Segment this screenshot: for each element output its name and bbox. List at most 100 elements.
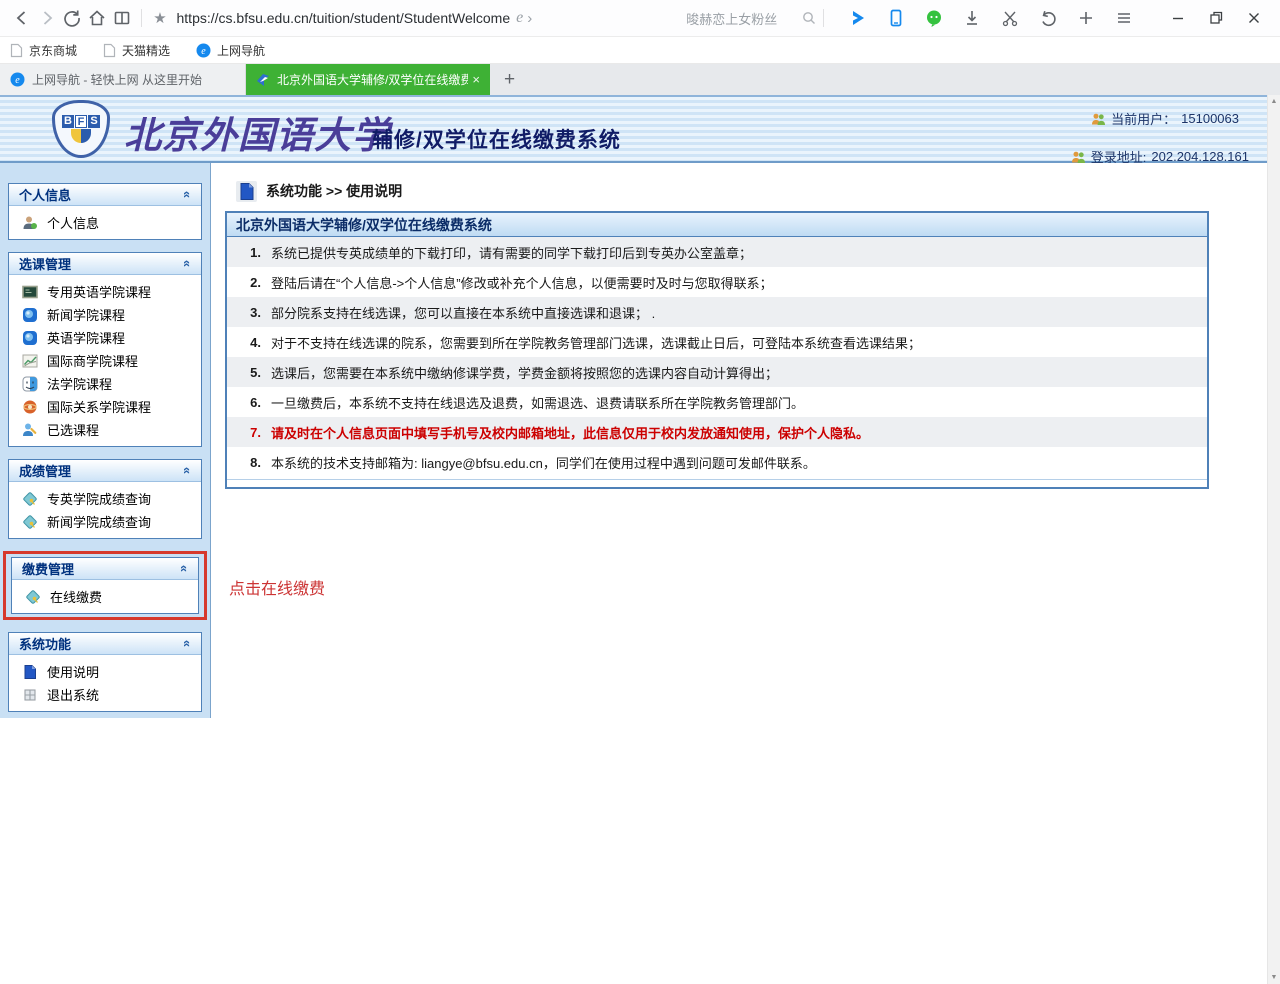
sidebar-item-journalism-courses[interactable]: 新闻学院课程	[9, 303, 201, 326]
section-header-system[interactable]: 系统功能 «	[9, 633, 201, 655]
scroll-down-icon[interactable]: ▼	[1271, 974, 1278, 981]
minimize-icon[interactable]	[1162, 4, 1194, 32]
home-icon[interactable]	[85, 4, 110, 32]
section-system: 系统功能 « 使用说明 退出系统	[8, 632, 202, 712]
section-course-selection: 选课管理 « 专用英语学院课程 新闻学院课程 英语学院课程 国	[8, 252, 202, 447]
globe-icon	[22, 399, 38, 415]
payment-section-highlight-box: 缴费管理 « 在线缴费	[3, 551, 207, 620]
notice-item: 2. 登陆后请在“个人信息->个人信息”修改或补充个人信息，以便需要时及时与您取…	[227, 267, 1207, 297]
sidebar-item-label: 专用英语学院课程	[47, 282, 151, 301]
bookmark-tmall[interactable]: 天猫精选	[103, 42, 170, 59]
sidebar-item-label: 退出系统	[47, 685, 99, 704]
toolbar-divider	[141, 9, 142, 27]
collapse-chevron-icon[interactable]: «	[180, 467, 195, 474]
wechat-icon[interactable]	[918, 4, 950, 32]
document-icon	[236, 181, 257, 202]
notice-item: 1. 系统已提供专英成绩单的下载打印，请有需要的同学下载打印后到专英办公室盖章；	[227, 237, 1207, 267]
users-icon	[1071, 150, 1086, 164]
section-header-grades[interactable]: 成绩管理 «	[9, 460, 201, 482]
notice-text: 对于不支持在线选课的院系，您需要到所在学院教务管理部门选课，选课截止日后，可登陆…	[271, 333, 921, 352]
users-icon	[1091, 112, 1106, 126]
payment-key-icon	[25, 589, 41, 605]
menu-icon[interactable]	[1108, 4, 1140, 32]
system-title: 辅修/双学位在线缴费系统	[372, 124, 621, 154]
new-tab-icon[interactable]: +	[504, 69, 515, 95]
screenshot-scissors-icon[interactable]	[994, 4, 1026, 32]
site-header: BFS 北京外国语大学 辅修/双学位在线缴费系统 当前用户： 15100063 …	[0, 95, 1267, 163]
current-user-value: 15100063	[1181, 111, 1239, 126]
download-icon[interactable]	[956, 4, 988, 32]
undo-icon[interactable]	[1032, 4, 1064, 32]
collapse-chevron-icon[interactable]: «	[177, 565, 192, 572]
sidebar-item-selected-courses[interactable]: 已选课程	[9, 418, 201, 441]
collapse-chevron-icon[interactable]: «	[180, 191, 195, 198]
section-title: 缴费管理	[22, 559, 74, 578]
browser-window: ★ https://cs.bfsu.edu.cn/tuition/student…	[0, 0, 1280, 984]
page-scrollbar[interactable]: ▲ ▼	[1267, 95, 1280, 984]
mobile-phone-icon[interactable]	[880, 4, 912, 32]
back-icon[interactable]	[10, 4, 35, 32]
chart-icon	[22, 353, 38, 369]
bookmark-label: 天猫精选	[122, 42, 170, 59]
search-icon[interactable]	[801, 10, 817, 26]
refresh-icon[interactable]	[60, 4, 85, 32]
sidebar-item-english-special-courses[interactable]: 专用英语学院课程	[9, 280, 201, 303]
notice-number: 2.	[239, 275, 261, 290]
section-header-course-selection[interactable]: 选课管理 «	[9, 253, 201, 275]
toolbar-actions	[842, 4, 1140, 32]
e-browser-icon: e	[10, 72, 25, 87]
sidebar-item-online-payment[interactable]: 在线缴费	[12, 585, 198, 608]
notice-number: 5.	[239, 365, 261, 380]
document-icon	[22, 664, 38, 680]
sidebar-item-law-courses[interactable]: 法学院课程	[9, 372, 201, 395]
video-play-icon[interactable]	[842, 4, 874, 32]
section-header-payment[interactable]: 缴费管理 «	[12, 558, 198, 580]
logo-letters: BFS	[62, 115, 100, 128]
logo-letter: S	[88, 115, 100, 128]
tab-nav-home[interactable]: e 上网导航 - 轻快上网 从这里开始	[0, 64, 246, 95]
bookmark-nav[interactable]: e 上网导航	[196, 42, 265, 59]
forward-icon[interactable]	[35, 4, 60, 32]
scroll-up-icon[interactable]: ▲	[1271, 98, 1278, 105]
sidebar-item-english-grades-query[interactable]: 专英学院成绩查询	[9, 487, 201, 510]
person-icon	[22, 215, 38, 231]
collapse-chevron-icon[interactable]: «	[180, 260, 195, 267]
section-title: 个人信息	[19, 185, 71, 204]
favorite-star-icon[interactable]: ★	[148, 4, 173, 32]
notice-item: 5. 选课后，您需要在本系统中缴纳修课学费，学费金额将按照您的选课内容自动计算得…	[227, 357, 1207, 387]
section-header-personal-info[interactable]: 个人信息 «	[9, 184, 201, 206]
add-icon[interactable]	[1070, 4, 1102, 32]
notice-text: 本系统的技术支持邮箱为: liangye@bfsu.edu.cn，同学们在使用过…	[271, 453, 816, 472]
tab-close-icon[interactable]: ×	[472, 72, 480, 87]
blue-app-icon	[22, 307, 38, 323]
sidebar-item-label: 使用说明	[47, 662, 99, 681]
sidebar-item-personal-info[interactable]: 个人信息	[9, 211, 201, 234]
address-url[interactable]: https://cs.bfsu.edu.cn/tuition/student/S…	[177, 10, 511, 26]
compatibility-ie-icon[interactable]: e	[516, 9, 523, 27]
tab-bfsu-tuition[interactable]: 北京外国语大学辅修/双学位在线缴费系统 ×	[246, 64, 490, 95]
blue-app-icon	[22, 330, 38, 346]
section-personal-info: 个人信息 « 个人信息	[8, 183, 202, 240]
sidebar-item-international-relations-courses[interactable]: 国际关系学院课程	[9, 395, 201, 418]
sidebar-item-english-courses[interactable]: 英语学院课程	[9, 326, 201, 349]
restore-icon[interactable]	[1200, 4, 1232, 32]
collapse-chevron-icon[interactable]: «	[180, 640, 195, 647]
address-expand-icon[interactable]: ›	[527, 10, 532, 27]
sidebar-item-label: 个人信息	[47, 213, 99, 232]
sidebar-item-journalism-grades-query[interactable]: 新闻学院成绩查询	[9, 510, 201, 533]
notice-item-privacy-warning: 7. 请及时在个人信息页面中填写手机号及校内邮箱地址，此信息仅用于校内发放通知使…	[227, 417, 1207, 447]
search-box[interactable]: 晙赫恋上女粉丝	[686, 9, 817, 28]
logo-letter: F	[75, 115, 87, 128]
notice-number: 3.	[239, 305, 261, 320]
bookmark-jd[interactable]: 京东商城	[10, 42, 77, 59]
notice-item: 4. 对于不支持在线选课的院系，您需要到所在学院教务管理部门选课，选课截止日后，…	[227, 327, 1207, 357]
login-address-value: 202.204.128.161	[1151, 149, 1249, 164]
sidebar-item-logout[interactable]: 退出系统	[9, 683, 201, 706]
sidebar-item-business-courses[interactable]: 国际商学院课程	[9, 349, 201, 372]
reading-mode-icon[interactable]	[110, 4, 135, 32]
section-title: 系统功能	[19, 634, 71, 653]
close-icon[interactable]	[1238, 4, 1270, 32]
sidebar-item-label: 专英学院成绩查询	[47, 489, 151, 508]
sidebar-item-instructions[interactable]: 使用说明	[9, 660, 201, 683]
search-input[interactable]: 晙赫恋上女粉丝	[686, 9, 801, 28]
